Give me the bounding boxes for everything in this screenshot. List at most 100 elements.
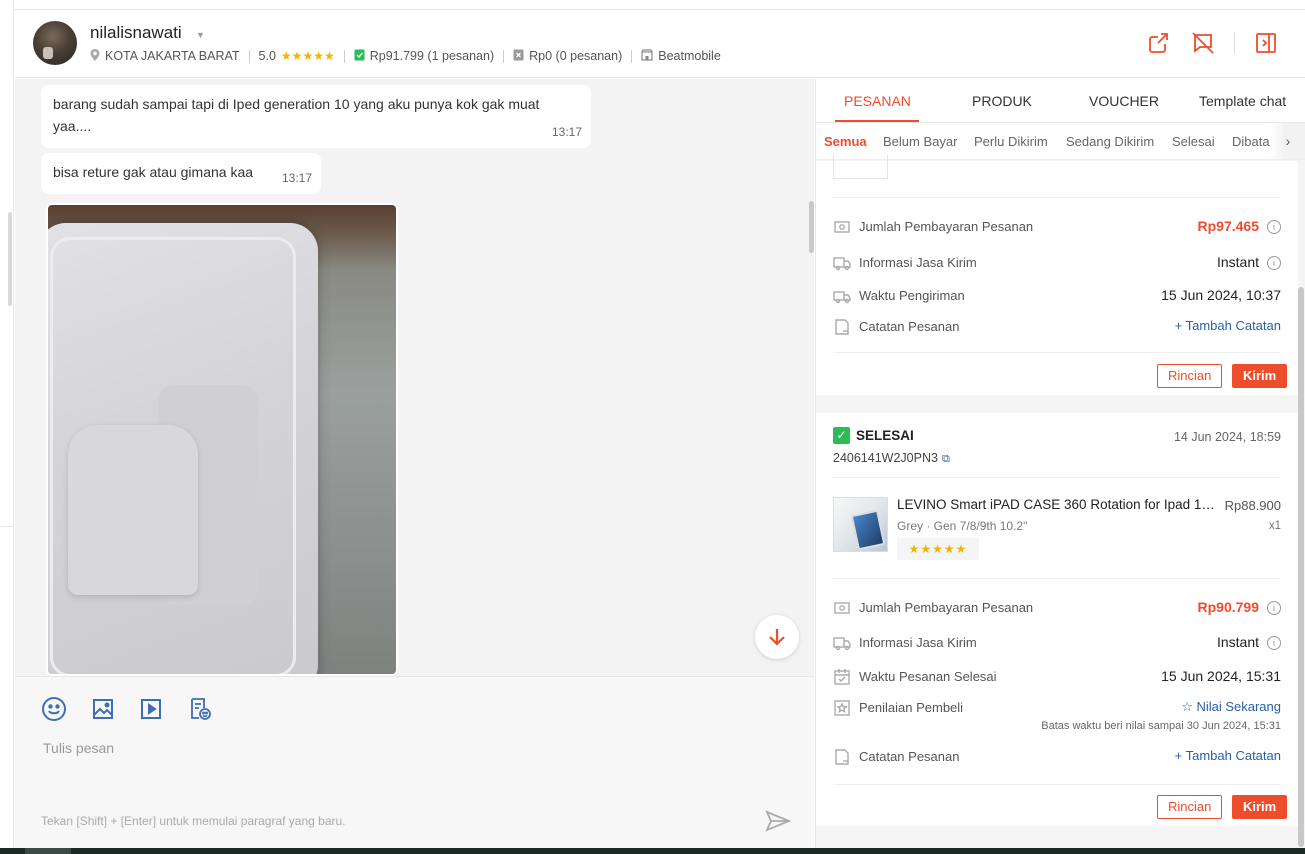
courier-value: Instant: [1216, 254, 1259, 270]
taskbar-strip: [0, 848, 1305, 854]
window-top-border: [0, 0, 1305, 10]
external-link-icon[interactable]: ⧉: [942, 453, 950, 465]
payment-row: Jumlah Pembayaran Pesanan Rp97.465 i: [833, 217, 1281, 237]
product-rating-stars: ★★★★★: [897, 538, 979, 560]
order-card: ✓ SELESAI 14 Jun 2024, 18:59 2406141W2J0…: [816, 413, 1298, 826]
shop-icon: [641, 48, 653, 64]
order-card: Jumlah Pembayaran Pesanan Rp97.465 i Inf…: [816, 155, 1298, 395]
order-status: ✓ SELESAI: [833, 427, 914, 444]
send-icon[interactable]: [765, 810, 793, 834]
rate-now-link[interactable]: ☆ Nilai Sekarang: [1181, 699, 1281, 715]
video-icon[interactable]: [138, 696, 164, 722]
product-thumbnail[interactable]: [833, 497, 888, 552]
tab-pesanan[interactable]: PESANAN: [844, 93, 911, 109]
order-note-row: Catatan Pesanan + Tambah Catatan: [833, 317, 1281, 337]
image-icon[interactable]: [90, 696, 116, 722]
buyer-review-row: Penilaian Pembeli ☆ Nilai Sekarang: [833, 698, 1281, 718]
payment-label: Jumlah Pembayaran Pesanan: [859, 600, 1034, 615]
completed-order-icon: [354, 48, 365, 64]
order-id-text[interactable]: 2406141W2J0PN3: [833, 451, 938, 465]
subtab-dibatalkan[interactable]: Dibata: [1232, 134, 1270, 149]
composer-hint: Tekan [Shift] + [Enter] untuk memulai pa…: [41, 814, 346, 828]
send-order-button[interactable]: Kirim: [1232, 795, 1288, 819]
chevron-right-icon[interactable]: ›: [1270, 123, 1305, 159]
info-icon[interactable]: i: [1267, 256, 1281, 270]
calendar-check-icon: [833, 668, 851, 686]
order-note-label: Catatan Pesanan: [859, 319, 960, 334]
subtab-perlu-dikirim[interactable]: Perlu Dikirim: [974, 134, 1048, 149]
export-icon[interactable]: [1146, 30, 1172, 56]
note-icon: [833, 748, 851, 766]
payment-label: Jumlah Pembayaran Pesanan: [859, 219, 1034, 234]
shipping-time-label: Waktu Pengiriman: [859, 288, 965, 303]
tab-produk[interactable]: PRODUK: [972, 93, 1032, 109]
payment-icon: [833, 218, 851, 236]
buyer-meta: KOTA JAKARTA BARAT 5.0 ★★★★★ Rp91.799 (1…: [90, 48, 721, 64]
product-quantity: x1: [1268, 520, 1281, 532]
header-actions: [1128, 30, 1279, 56]
info-icon[interactable]: i: [1267, 601, 1281, 615]
completed-check-icon: ✓: [833, 427, 850, 444]
order-note-row: Catatan Pesanan + Tambah Catatan: [833, 747, 1281, 767]
review-deadline: Batas waktu beri nilai sampai 30 Jun 202…: [1041, 720, 1281, 732]
message-text: barang sudah sampai tapi di Iped generat…: [53, 96, 540, 134]
add-note-link[interactable]: + Tambah Catatan: [1175, 318, 1281, 333]
courier-value: Instant: [1216, 634, 1259, 650]
message-time: 13:17: [551, 125, 582, 139]
username-dropdown-icon[interactable]: ▼: [196, 30, 205, 40]
info-icon[interactable]: i: [1267, 636, 1281, 650]
avatar[interactable]: [33, 21, 77, 65]
info-icon[interactable]: i: [1267, 220, 1281, 234]
chat-scrollbar[interactable]: [809, 201, 814, 253]
completion-time-row: Waktu Pesanan Selesai 15 Jun 2024, 15:31: [833, 667, 1281, 687]
subtab-selesai[interactable]: Selesai: [1172, 134, 1215, 149]
subtab-belum-bayar[interactable]: Belum Bayar: [883, 134, 957, 149]
chat-area[interactable]: barang sudah sampai tapi di Iped generat…: [15, 79, 814, 676]
tab-voucher[interactable]: VOUCHER: [1089, 93, 1159, 109]
message-bubble[interactable]: bisa reture gak atau gimana kaa 13:17: [41, 153, 321, 194]
conversation-list-edge: [0, 0, 14, 854]
order-date: 14 Jun 2024, 18:59: [1173, 430, 1281, 444]
cancelled-order-icon: [513, 48, 524, 64]
buyer-review-label: Penilaian Pembeli: [859, 700, 964, 715]
collapse-panel-icon[interactable]: [1253, 30, 1279, 56]
scroll-to-bottom-button[interactable]: [755, 615, 799, 659]
list-scrollbar[interactable]: [8, 212, 12, 306]
shipping-time-row: Waktu Pengiriman 15 Jun 2024, 10:37: [833, 286, 1281, 306]
payment-value: Rp90.799: [1197, 599, 1259, 615]
message-input[interactable]: Tulis pesan: [43, 740, 114, 756]
completion-time-value: 15 Jun 2024, 15:31: [1161, 668, 1281, 684]
order-sticker-icon[interactable]: [187, 696, 213, 722]
order-detail-button[interactable]: Rincian: [1157, 795, 1223, 819]
payment-row: Jumlah Pembayaran Pesanan Rp90.799 i: [833, 598, 1281, 618]
product-name[interactable]: LEVINO Smart iPAD CASE 360 Rotation for …: [897, 497, 1217, 512]
panel-scrollbar[interactable]: [1298, 287, 1304, 847]
add-note-link[interactable]: + Tambah Catatan: [1175, 748, 1281, 763]
completed-orders: Rp91.799 (1 pesanan): [369, 49, 495, 63]
username[interactable]: nilalisnawati: [90, 23, 182, 43]
courier-label: Informasi Jasa Kirim: [859, 635, 977, 650]
location-pin-icon: [90, 48, 100, 64]
order-detail-button[interactable]: Rincian: [1157, 364, 1223, 388]
product-price: Rp88.900: [1224, 498, 1281, 513]
review-icon: [833, 699, 851, 717]
message-image[interactable]: [46, 203, 398, 676]
block-chat-icon[interactable]: [1190, 30, 1216, 56]
subtab-sedang-dikirim[interactable]: Sedang Dikirim: [1066, 134, 1154, 149]
truck-icon: [833, 254, 851, 272]
buyer-location: KOTA JAKARTA BARAT: [105, 49, 240, 63]
arrow-down-icon: [769, 629, 785, 646]
note-icon: [833, 318, 851, 336]
send-order-button[interactable]: Kirim: [1232, 364, 1288, 388]
shipping-icon: [833, 287, 851, 305]
emoji-icon[interactable]: [41, 696, 67, 722]
cancelled-orders: Rp0 (0 pesanan): [529, 49, 623, 63]
subtab-semua[interactable]: Semua: [824, 134, 867, 149]
list-divider: [0, 526, 14, 527]
order-panel: PESANAN PRODUK VOUCHER Template chat Sem…: [815, 79, 1305, 848]
courier-label: Informasi Jasa Kirim: [859, 255, 977, 270]
message-bubble[interactable]: barang sudah sampai tapi di Iped generat…: [41, 85, 591, 148]
payment-value: Rp97.465: [1197, 218, 1259, 234]
chat-header: nilalisnawati ▼ KOTA JAKARTA BARAT 5.0 ★…: [15, 10, 1305, 78]
tab-template-chat[interactable]: Template chat: [1199, 93, 1286, 109]
